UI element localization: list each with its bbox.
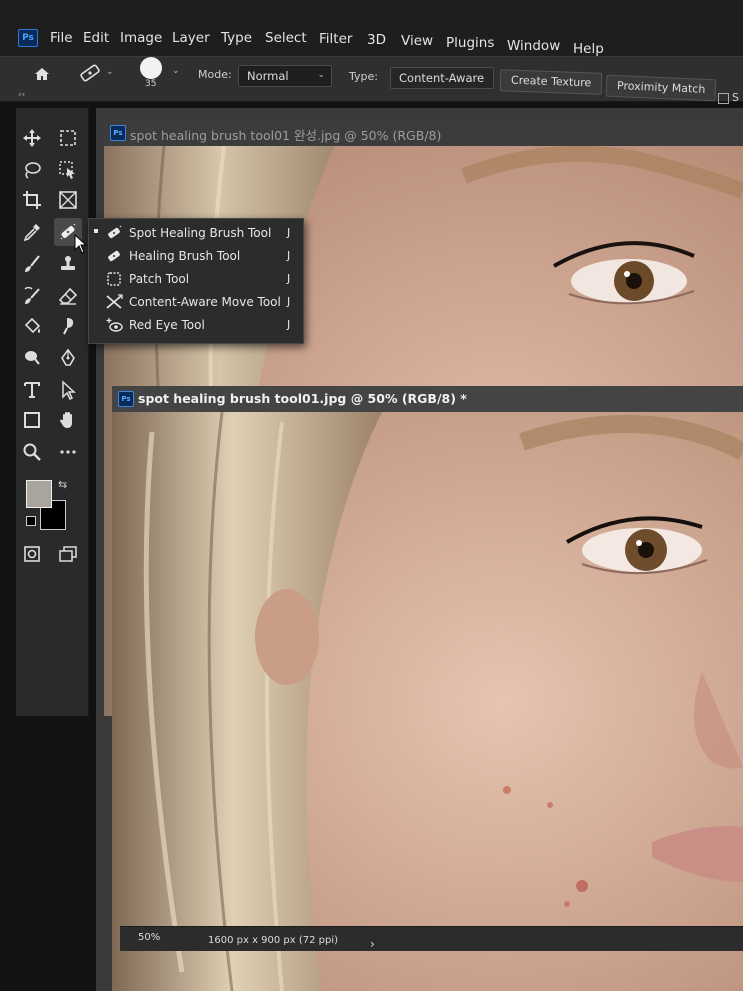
tools-panel: ⇆ [16,108,89,716]
status-arrow-icon[interactable]: › [370,937,375,951]
flyout-item-healing-brush[interactable]: Healing Brush Tool J [89,245,303,268]
active-tool-bullet [94,229,98,233]
rectangle-tool-icon[interactable] [20,408,44,432]
flyout-label: Patch Tool [129,272,190,286]
marquee-tool-icon[interactable] [56,126,80,150]
type-tool-icon[interactable] [20,378,44,402]
photoshop-logo: Ps [18,29,38,47]
clone-stamp-tool-icon[interactable] [56,252,80,276]
photo-active[interactable] [112,411,743,991]
foreground-color-swatch[interactable] [26,480,52,508]
flyout-shortcut: J [287,318,291,331]
menu-edit[interactable]: Edit [83,30,109,46]
menu-select[interactable]: Select [265,30,307,46]
menu-file[interactable]: File [50,30,73,46]
menu-layer[interactable]: Layer [172,30,210,46]
swap-colors-icon[interactable]: ⇆ [58,478,67,491]
path-selection-tool-icon[interactable] [56,378,80,402]
menu-view[interactable]: View [401,33,433,49]
zoom-level[interactable]: 50% [138,932,160,943]
flyout-item-content-aware-move[interactable]: Content-Aware Move Tool J [89,291,303,314]
patch-icon [107,272,121,286]
document-size: 1600 px x 900 px (72 ppi) [208,935,339,946]
pen-tool-icon[interactable] [56,346,80,370]
menu-window[interactable]: Window [507,38,560,54]
sample-all-checkbox[interactable] [718,93,729,104]
lasso-tool-icon[interactable] [20,158,44,182]
home-icon[interactable] [33,65,51,87]
flyout-item-red-eye[interactable]: Red Eye Tool J [89,314,303,337]
document-title-active: spot healing brush tool01.jpg @ 50% (RGB… [138,391,467,406]
tool-preset-chevron-icon[interactable]: ⌄ [106,67,114,77]
flyout-shortcut: J [287,249,291,262]
mode-value: Normal [247,69,289,83]
smudge-tool-icon[interactable] [56,314,80,338]
flyout-label: Healing Brush Tool [129,249,241,263]
mode-chevron-icon: ⌄ [317,70,325,80]
history-brush-tool-icon[interactable] [20,284,44,308]
zoom-tool-icon[interactable] [20,440,44,464]
quick-mask-icon[interactable] [20,542,44,566]
sample-all-label: S [732,91,739,104]
paint-bucket-tool-icon[interactable] [20,314,44,338]
document-window-active[interactable]: Ps spot healing brush tool01.jpg @ 50% (… [112,386,743,991]
document-tab-active[interactable]: Ps spot healing brush tool01.jpg @ 50% (… [112,386,743,413]
hand-tool-icon[interactable] [56,408,80,432]
panel-collapse-icon[interactable]: ‹‹ [18,90,25,100]
menu-filter[interactable]: Filter [319,31,352,47]
options-bar: ⌄ 35 ⌄ Mode: Normal ⌄ Type: Content-Awar… [0,56,743,104]
type-proximity-match-button[interactable]: Proximity Match [605,74,717,102]
mode-label: Mode: [198,68,232,81]
spot-healing-brush-icon [108,225,122,239]
dodge-tool-icon[interactable] [20,346,44,370]
brush-size-value: 35 [145,79,157,89]
move-tool-icon[interactable] [20,126,44,150]
flyout-label: Content-Aware Move Tool [129,295,281,309]
status-bar: 50% 1600 px x 900 px (72 ppi) › [120,926,743,951]
menu-help[interactable]: Help [573,41,604,57]
document-title-finished: spot healing brush tool01 완성.jpg @ 50% (… [130,128,442,143]
flyout-shortcut: J [287,226,291,239]
document-tab-finished[interactable]: Ps spot healing brush tool01 완성.jpg @ 50… [104,120,743,147]
red-eye-icon [106,318,123,332]
flyout-label: Red Eye Tool [129,318,205,332]
eyedropper-tool-icon[interactable] [20,220,44,244]
flyout-item-patch[interactable]: Patch Tool J [89,268,303,291]
menu-type[interactable]: Type [221,30,252,46]
crop-tool-icon[interactable] [20,188,44,212]
brush-chevron-icon[interactable]: ⌄ [172,66,180,76]
document-ps-icon: Ps [110,125,126,141]
content-aware-move-icon [106,294,123,309]
flyout-shortcut: J [287,272,291,285]
tool-preset-icon[interactable] [78,63,102,87]
type-create-texture-button[interactable]: Create Texture [499,69,603,95]
menu-image[interactable]: Image [120,30,162,46]
flyout-label: Spot Healing Brush Tool [129,226,272,240]
brush-preview-icon[interactable] [140,57,162,79]
document-active-ps-icon: Ps [118,391,134,407]
more-tools-icon[interactable] [56,440,80,464]
brush-tool-icon[interactable] [20,252,44,276]
frame-tool-icon[interactable] [56,188,80,212]
object-selection-tool-icon[interactable] [56,158,80,182]
screen-mode-icon[interactable] [56,542,80,566]
healing-tools-flyout: Spot Healing Brush Tool J Healing Brush … [88,218,304,344]
flyout-item-spot-healing-brush[interactable]: Spot Healing Brush Tool J [89,222,303,245]
default-colors-icon[interactable] [26,516,36,526]
flyout-shortcut: J [287,295,291,308]
type-content-aware-button[interactable]: Content-Aware [390,67,494,89]
menu-3d[interactable]: 3D [367,32,386,48]
eraser-tool-icon[interactable] [56,284,80,308]
type-label: Type: [349,70,378,83]
menu-bar: Ps File Edit Image Layer Type Select Fil… [0,0,743,57]
mode-select[interactable]: Normal ⌄ [238,65,332,87]
healing-brush-icon [108,250,120,262]
menu-plugins[interactable]: Plugins [446,35,494,51]
